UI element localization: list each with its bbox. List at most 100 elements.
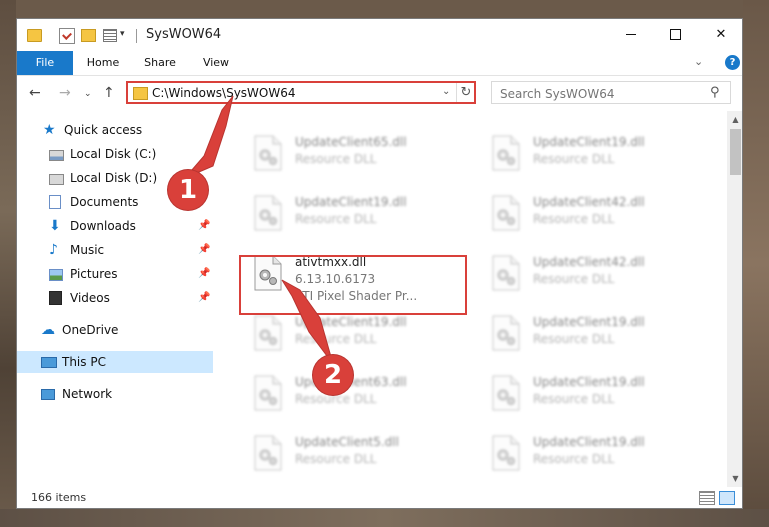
- minimize-icon: [626, 34, 636, 35]
- drive-icon: [49, 150, 64, 161]
- forward-button[interactable]: →: [59, 85, 71, 101]
- scrollbar-thumb[interactable]: [730, 129, 741, 175]
- pin-icon[interactable]: 📌: [198, 215, 210, 237]
- title-bar: ▾ SysWOW64 ✕: [17, 19, 742, 51]
- expand-ribbon-icon[interactable]: ⌄: [694, 55, 703, 68]
- details-view-icon[interactable]: [699, 491, 715, 505]
- file-tile[interactable]: UpdateClient19.dll Resource DLL: [483, 129, 703, 179]
- file-name: UpdateClient19.dll: [295, 315, 407, 329]
- desktop-background-right: [743, 0, 769, 527]
- item-count: 166 items: [31, 491, 87, 504]
- file-tile[interactable]: UpdateClient19.dll Resource DLL: [245, 189, 465, 239]
- folder-icon: [133, 87, 148, 100]
- file-tile[interactable]: UpdateClient19.dll Resource DLL: [483, 369, 703, 419]
- file-description: Resource DLL: [533, 332, 615, 346]
- sidebar-item-label: Downloads: [70, 219, 136, 233]
- file-tile[interactable]: UpdateClient5.dll Resource DLL: [245, 429, 465, 479]
- explorer-window: ▾ SysWOW64 ✕ File Home Share View ⌄ ? ← …: [16, 18, 743, 509]
- pictures-icon: [49, 269, 63, 281]
- tab-file[interactable]: File: [17, 51, 73, 75]
- back-button[interactable]: ←: [29, 85, 41, 101]
- address-row: ← → ⌄ ↑ C:\Windows\SysWOW64 ⌄ ↻ ⚲: [17, 76, 742, 110]
- file-name: UpdateClient42.dll: [533, 255, 645, 269]
- file-name: UpdateClient19.dll: [533, 375, 645, 389]
- network-icon: [41, 389, 55, 400]
- tab-home[interactable]: Home: [77, 51, 129, 75]
- recent-locations-dropdown[interactable]: ⌄: [84, 89, 92, 99]
- file-description: Resource DLL: [533, 152, 615, 166]
- drive-icon: [49, 174, 64, 185]
- search-box[interactable]: ⚲: [491, 81, 731, 105]
- tab-view[interactable]: View: [190, 51, 242, 75]
- properties-icon[interactable]: [59, 28, 75, 44]
- customize-view-icon[interactable]: [103, 29, 117, 42]
- documents-icon: [49, 195, 61, 209]
- dll-file-icon: [492, 435, 520, 471]
- folder-icon: [27, 29, 42, 42]
- file-tile[interactable]: UpdateClient42.dll Resource DLL: [483, 249, 703, 299]
- scroll-up-arrow-icon[interactable]: ▲: [727, 111, 742, 128]
- scroll-down-arrow-icon[interactable]: ▼: [727, 470, 742, 487]
- desktop-background-bottom: [0, 509, 769, 527]
- file-tile[interactable]: UpdateClient63.dllResource DLL: [245, 369, 465, 419]
- dll-file-icon: [254, 195, 282, 231]
- desktop-background-left: [0, 0, 16, 527]
- file-tile[interactable]: UpdateClient19.dll Resource DLL: [483, 309, 703, 359]
- status-bar: 166 items: [17, 487, 742, 508]
- address-path[interactable]: C:\Windows\SysWOW64: [152, 86, 296, 100]
- dll-file-icon: [254, 375, 282, 411]
- pin-icon[interactable]: 📌: [198, 287, 210, 309]
- film-icon: [49, 291, 62, 305]
- file-list: UpdateClient65.dll Resource DLL UpdateClie…: [215, 111, 727, 487]
- dll-file-icon: [492, 315, 520, 351]
- file-tile[interactable]: UpdateClient19.dll Resource DLL: [483, 429, 703, 479]
- sidebar-item-label: Network: [62, 387, 113, 401]
- window-title: SysWOW64: [146, 27, 222, 42]
- file-description: Resource DLL: [295, 212, 377, 226]
- file-tile[interactable]: UpdateClient19.dll Resource DLL: [245, 309, 465, 359]
- file-description: Resource DLL: [533, 392, 615, 406]
- refresh-icon[interactable]: ↻: [456, 83, 475, 102]
- close-button[interactable]: ✕: [698, 19, 742, 51]
- file-name: UpdateClient19.dll: [533, 135, 645, 149]
- address-bar[interactable]: C:\Windows\SysWOW64 ⌄ ↻: [126, 81, 476, 104]
- address-dropdown-icon[interactable]: ⌄: [442, 86, 450, 97]
- large-icons-view-icon[interactable]: [719, 491, 735, 505]
- search-icon[interactable]: ⚲: [710, 85, 720, 100]
- minimize-button[interactable]: [608, 19, 654, 51]
- file-name: UpdateClient65.dll: [295, 135, 407, 149]
- quick-access-toolbar-dropdown[interactable]: ▾: [120, 29, 125, 39]
- new-folder-icon[interactable]: [81, 29, 96, 42]
- sidebar-item-label: Pictures: [70, 267, 118, 281]
- sidebar-item-label: Videos: [70, 291, 110, 305]
- help-icon[interactable]: ?: [725, 55, 740, 70]
- title-separator: [136, 29, 137, 43]
- file-description: Resource DLL: [533, 212, 615, 226]
- dll-file-icon: [492, 375, 520, 411]
- search-input[interactable]: [492, 82, 712, 105]
- maximize-button[interactable]: [652, 19, 698, 51]
- sidebar-item-label: Quick access: [64, 123, 143, 137]
- ribbon-tabs: File Home Share View ⌄ ?: [17, 51, 742, 76]
- sidebar-item-label: OneDrive: [62, 323, 119, 337]
- file-description: Resource DLL: [533, 272, 615, 286]
- pin-icon[interactable]: 📌: [198, 263, 210, 285]
- dll-file-icon: [492, 195, 520, 231]
- pin-icon[interactable]: 📌: [198, 239, 210, 261]
- dll-file-icon: [492, 135, 520, 171]
- callout-badge-2: 2: [313, 355, 353, 395]
- file-name: UpdateClient19.dll: [533, 435, 645, 449]
- sidebar-item-label: Local Disk (D:): [70, 171, 158, 185]
- up-button[interactable]: ↑: [103, 85, 115, 101]
- sidebar-item-label: Music: [70, 243, 105, 257]
- dll-file-icon: [254, 315, 282, 351]
- file-tile[interactable]: UpdateClient42.dll Resource DLL: [483, 189, 703, 239]
- dll-file-icon: [254, 435, 282, 471]
- tab-share[interactable]: Share: [134, 51, 186, 75]
- maximize-icon: [669, 29, 681, 40]
- file-name: UpdateClient19.dll: [295, 195, 407, 209]
- vertical-scrollbar[interactable]: ▲ ▼: [727, 111, 742, 487]
- file-tile[interactable]: UpdateClient65.dll Resource DLL: [245, 129, 465, 179]
- callout-badge-1: 1: [168, 170, 208, 210]
- cloud-icon: ☁: [41, 322, 55, 338]
